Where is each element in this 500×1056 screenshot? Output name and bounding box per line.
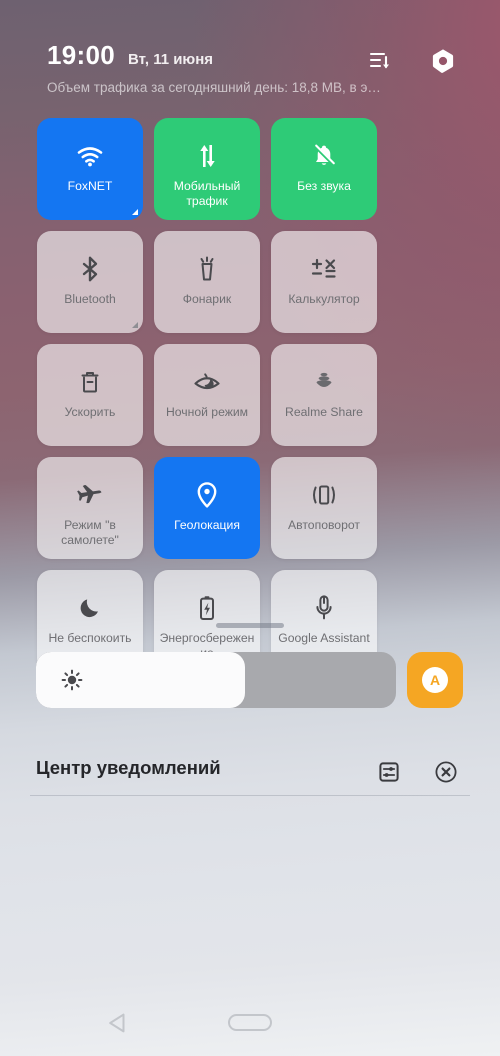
tile-calculator[interactable]: Калькулятор <box>271 231 377 333</box>
tile-location[interactable]: Геолокация <box>154 457 260 559</box>
tile-label: FoxNET <box>67 179 113 193</box>
brightness-slider[interactable] <box>36 652 396 708</box>
brightness-sun-icon <box>60 668 84 692</box>
clock: 19:00 <box>47 40 115 70</box>
tile-mobile-data[interactable]: Мобильный трафик <box>154 118 260 220</box>
realme-share-icon <box>304 365 344 399</box>
tile-expand-corner-icon[interactable] <box>132 322 138 328</box>
tile-label: Мобильный трафик <box>173 179 241 208</box>
tile-label: Google Assistant <box>278 631 370 645</box>
data-traffic-text: Объем трафика за сегодняшний день: 18,8 … <box>47 80 381 95</box>
tile-label: Фонарик <box>182 292 232 306</box>
notification-center-header: Центр уведомлений <box>0 745 500 797</box>
auto-brightness-label: A <box>422 667 448 693</box>
eye-night-icon <box>187 365 227 399</box>
tile-airplane-mode[interactable]: Режим "в самолете" <box>37 457 143 559</box>
tile-bluetooth[interactable]: Bluetooth <box>37 231 143 333</box>
sort-lines-down-icon[interactable] <box>365 46 395 76</box>
panel-drag-handle[interactable] <box>216 623 284 628</box>
tile-label: Геолокация <box>174 518 240 532</box>
settings-hex-icon[interactable] <box>428 46 458 76</box>
tile-label: Ускорить <box>64 405 116 419</box>
mobile-data-icon <box>187 139 227 173</box>
calculator-icon <box>304 252 344 286</box>
tile-label: Не беспокоить <box>48 631 132 645</box>
back-triangle-icon[interactable] <box>102 1008 134 1038</box>
status-header: 19:00 Вт, 11 июня Объем трафика за сегод… <box>0 0 500 110</box>
tile-label: Realme Share <box>285 405 363 419</box>
navigation-bar <box>0 990 500 1056</box>
bluetooth-icon <box>70 252 110 286</box>
tile-realme-share[interactable]: Realme Share <box>271 344 377 446</box>
auto-brightness-button[interactable]: A <box>407 652 463 708</box>
microphone-icon <box>304 591 344 625</box>
moon-icon <box>70 591 110 625</box>
flashlight-icon <box>187 252 227 286</box>
tile-foxnet[interactable]: FoxNET <box>37 118 143 220</box>
notification-divider <box>30 795 470 796</box>
tile-boost[interactable]: Ускорить <box>37 344 143 446</box>
tile-auto-rotate[interactable]: Автоповорот <box>271 457 377 559</box>
clear-all-circle-icon[interactable] <box>432 758 460 786</box>
airplane-icon <box>70 478 110 512</box>
tile-flashlight[interactable]: Фонарик <box>154 231 260 333</box>
auto-rotate-icon <box>304 478 344 512</box>
tile-label: Ночной режим <box>165 405 249 419</box>
tile-expand-corner-icon[interactable] <box>132 209 138 215</box>
trash-clean-icon <box>70 365 110 399</box>
tile-label: Автоповорот <box>288 518 360 532</box>
brightness-row: A <box>36 651 464 709</box>
bell-muted-icon <box>304 139 344 173</box>
tile-label: Калькулятор <box>288 292 360 306</box>
tile-label: Режим "в самолете" <box>61 518 119 547</box>
wifi-icon <box>70 139 110 173</box>
battery-saver-icon <box>187 591 227 625</box>
tile-label: Без звука <box>297 179 351 193</box>
home-pill-icon[interactable] <box>228 1014 272 1031</box>
notification-center-title: Центр уведомлений <box>36 757 221 778</box>
tile-silent-mode[interactable]: Без звука <box>271 118 377 220</box>
location-pin-icon <box>187 478 227 512</box>
tile-night-mode[interactable]: Ночной режим <box>154 344 260 446</box>
clock-date-row: 19:00 Вт, 11 июня <box>47 42 213 68</box>
quick-settings-grid: FoxNET Мобильный трафик Без звука Blueto… <box>37 118 467 672</box>
date-label: Вт, 11 июня <box>128 51 214 68</box>
tile-label: Bluetooth <box>64 292 116 306</box>
notification-settings-icon[interactable] <box>375 758 403 786</box>
